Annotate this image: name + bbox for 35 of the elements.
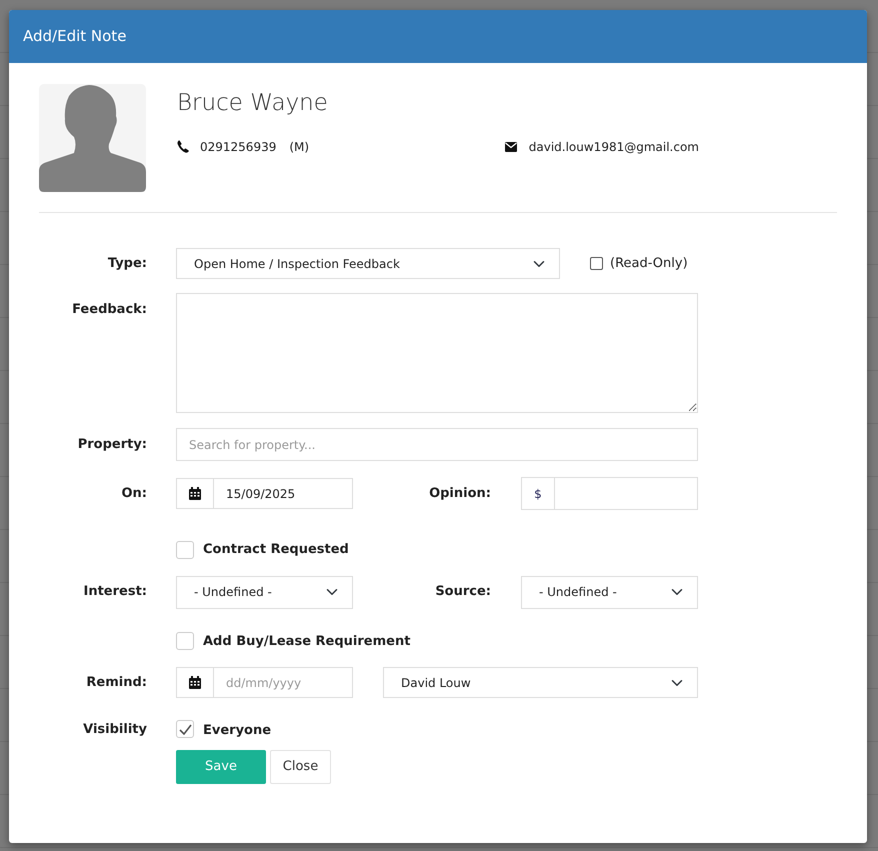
calendar-button[interactable] (176, 478, 214, 509)
opinion-field[interactable] (555, 477, 698, 510)
date-field[interactable]: 15/09/2025 (214, 478, 353, 509)
calendar-icon (189, 487, 201, 500)
phone-number: 0291256939 (200, 138, 276, 156)
calendar-icon (189, 676, 201, 689)
field-label: Opinion: (428, 484, 491, 503)
currency-prefix: $ (521, 477, 555, 510)
type-select[interactable]: Open Home / Inspection Feedback (176, 248, 560, 279)
checkbox-label: Contract Requested (203, 541, 349, 559)
calendar-button[interactable] (176, 667, 214, 698)
field-label: Feedback: (71, 301, 147, 319)
checkbox-label: Add Buy/Lease Requirement (203, 632, 410, 650)
field-label: Property: (76, 436, 147, 454)
email-address: david.louw1981@gmail.com (528, 138, 699, 156)
checkbox-label: Everyone (203, 722, 272, 740)
assignee-select[interactable]: David Louw (383, 667, 698, 698)
contact-name: Bruce Wayne (177, 89, 329, 118)
phone-icon (177, 140, 189, 153)
reminder-date-field[interactable]: dd/mm/yyyy (214, 667, 353, 698)
close-button[interactable]: Close (270, 750, 331, 784)
modal-title: Add/Edit Note (23, 26, 126, 48)
property-search-field[interactable]: Search for property... (176, 428, 698, 461)
source-select[interactable]: - Undefined - (521, 576, 698, 608)
field-label: Type: (106, 254, 147, 273)
interest-select[interactable]: - Undefined - (176, 576, 353, 608)
envelope-icon (504, 142, 517, 152)
field-label: Source: (434, 583, 491, 602)
checkbox-label: (Read-Only) (610, 254, 688, 273)
checkbox[interactable] (590, 257, 603, 270)
field-label: Interest: (82, 583, 147, 602)
field-label: On: (120, 484, 147, 503)
field-label: Visibility (82, 721, 147, 739)
phone-type: (M) (289, 138, 310, 156)
field-label: Remind: (85, 674, 147, 692)
